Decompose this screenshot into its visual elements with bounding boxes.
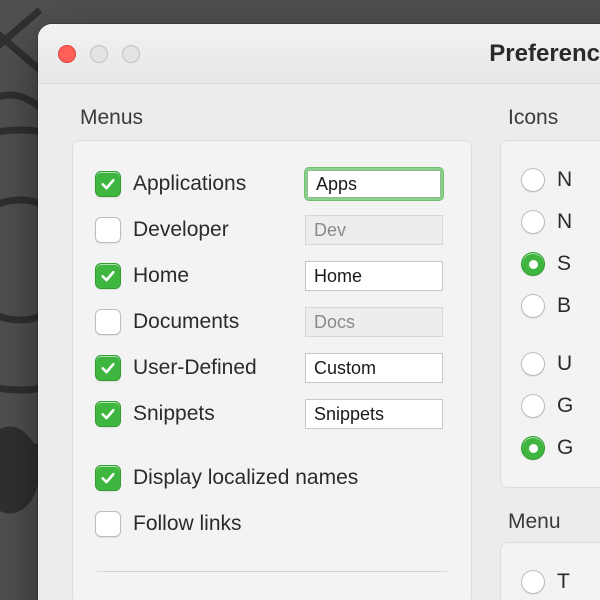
menu-name-field-wrapper — [305, 261, 443, 291]
icon-size-radio[interactable] — [521, 394, 545, 418]
menu-checkbox[interactable] — [95, 355, 121, 381]
icon-size-radio[interactable] — [521, 210, 545, 234]
menu-font-section-label: Menu — [508, 510, 600, 534]
radio-row: B — [521, 285, 600, 327]
menu-row: Documents — [95, 299, 449, 345]
menu-row: Developer — [95, 207, 449, 253]
close-icon[interactable] — [58, 45, 76, 63]
radio-row: U — [521, 343, 600, 385]
menu-row: Home — [95, 253, 449, 299]
radio-row: G — [521, 385, 600, 427]
titlebar[interactable]: Preferences — [38, 24, 600, 84]
radio-label: T — [557, 570, 570, 594]
menu-name-field[interactable] — [305, 307, 443, 337]
option-row: Display localized names — [95, 455, 449, 501]
minimize-icon[interactable] — [90, 45, 108, 63]
icons-section-label: Icons — [508, 106, 600, 130]
menu-checkbox[interactable] — [95, 401, 121, 427]
menu-name-field-wrapper — [305, 353, 443, 383]
icon-size-radio[interactable] — [521, 570, 545, 594]
menu-name-field-wrapper — [305, 215, 443, 245]
radio-row: S — [521, 243, 600, 285]
menu-name-field[interactable] — [305, 261, 443, 291]
menu-name-field[interactable] — [305, 353, 443, 383]
icon-size-radio[interactable] — [521, 436, 545, 460]
menu-label: Documents — [133, 310, 305, 334]
radio-label: G — [557, 394, 573, 418]
radio-row: N — [521, 201, 600, 243]
icon-size-radio[interactable] — [521, 294, 545, 318]
radio-label: B — [557, 294, 571, 318]
menus-section-label: Menus — [80, 106, 472, 130]
radio-label: S — [557, 252, 571, 276]
menu-label: Snippets — [133, 402, 305, 426]
radio-label: G — [557, 436, 573, 460]
option-row: Follow links — [95, 501, 449, 547]
menu-name-field-wrapper — [305, 168, 443, 200]
radio-label: N — [557, 210, 572, 234]
menu-checkbox[interactable] — [95, 309, 121, 335]
menu-name-field[interactable] — [307, 170, 441, 198]
menu-name-field[interactable] — [305, 399, 443, 429]
radio-row: N — [521, 159, 600, 201]
menus-panel: Applications Developer Home Documents User-D… — [72, 140, 472, 600]
radio-row: T — [521, 561, 600, 600]
menu-checkbox[interactable] — [95, 263, 121, 289]
menu-label: Home — [133, 264, 305, 288]
radio-label: U — [557, 352, 572, 376]
radio-label: N — [557, 168, 572, 192]
icon-size-radio[interactable] — [521, 252, 545, 276]
zoom-icon[interactable] — [122, 45, 140, 63]
menu-checkbox[interactable] — [95, 171, 121, 197]
icon-size-radio[interactable] — [521, 352, 545, 376]
menu-row: Applications — [95, 161, 449, 207]
menu-name-field[interactable] — [305, 215, 443, 245]
menu-label: Developer — [133, 218, 305, 242]
window-controls — [58, 45, 140, 63]
radio-row: G — [521, 427, 600, 469]
icon-size-radio[interactable] — [521, 168, 545, 192]
option-label: Follow links — [133, 512, 449, 536]
menu-checkbox[interactable] — [95, 217, 121, 243]
menu-font-panel: T — [500, 542, 600, 600]
menu-label: User-Defined — [133, 356, 305, 380]
icons-panel: NNSBUGG — [500, 140, 600, 488]
menu-label: Applications — [133, 172, 305, 196]
follow-links-checkbox[interactable] — [95, 511, 121, 537]
menu-name-field-wrapper — [305, 399, 443, 429]
preferences-window: Preferences Menus Applications Developer H… — [38, 24, 600, 600]
option-label: Display localized names — [133, 466, 449, 490]
menu-name-field-wrapper — [305, 307, 443, 337]
divider — [97, 571, 447, 572]
display-localized-checkbox[interactable] — [95, 465, 121, 491]
menu-row: Snippets — [95, 391, 449, 437]
menu-row: User-Defined — [95, 345, 449, 391]
